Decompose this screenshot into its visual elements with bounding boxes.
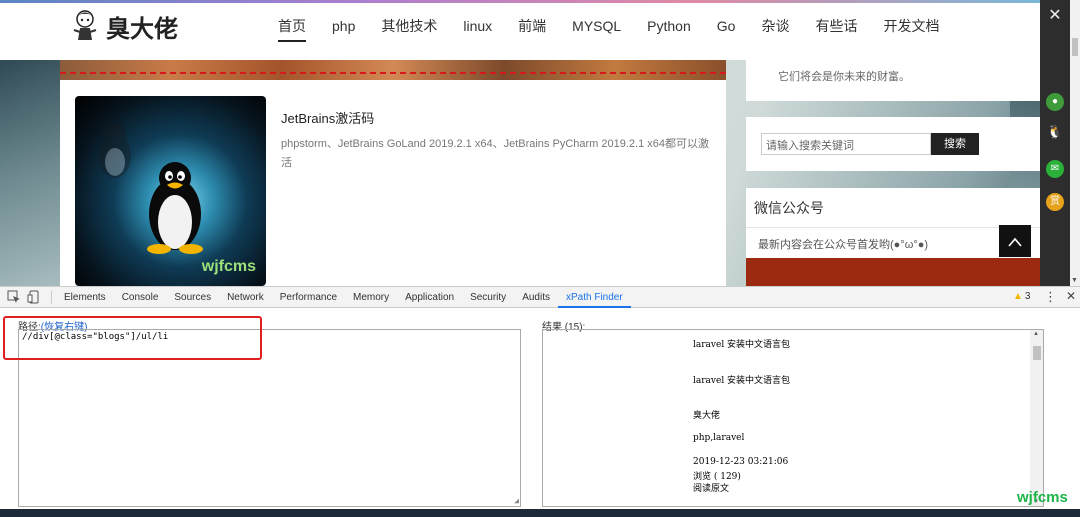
logo-avatar-icon	[73, 10, 97, 40]
results-scrollbar[interactable]: ▲ ▼	[1030, 330, 1043, 506]
logo-title: 臭大佬	[106, 14, 178, 43]
result-line: php,laravel	[693, 433, 745, 443]
os-taskbar	[0, 509, 1080, 517]
site-logo[interactable]: 臭大佬	[70, 8, 178, 44]
nav-item-home[interactable]: 首页	[265, 3, 319, 60]
back-to-top-button[interactable]	[999, 225, 1031, 257]
more-options-icon[interactable]: ⋮	[1044, 289, 1057, 305]
warnings-count: 3	[1024, 291, 1031, 302]
tab-elements[interactable]: Elements	[56, 287, 114, 308]
nav-item-go[interactable]: Go	[704, 3, 749, 60]
search-button[interactable]: 搜索	[931, 133, 979, 155]
tab-network[interactable]: Network	[219, 287, 272, 308]
sidebar-red-banner	[746, 258, 1040, 286]
highlight-dashed-line	[60, 72, 726, 74]
chevron-up-icon	[1008, 237, 1022, 247]
tab-memory[interactable]: Memory	[345, 287, 397, 308]
result-line: 阅读原文	[693, 484, 730, 494]
nav-item-mysql[interactable]: MYSQL	[559, 3, 634, 60]
devtools-panel: Elements Console Sources Network Perform…	[0, 286, 1080, 517]
close-icon[interactable]: ✕	[1040, 5, 1070, 25]
tab-xpath-finder[interactable]: xPath Finder	[557, 287, 631, 308]
sidebar-note-box: 它们将会是你未来的财富。	[746, 60, 1040, 101]
nav-item-php[interactable]: php	[319, 3, 368, 60]
tab-audits[interactable]: Audits	[514, 287, 558, 308]
nav-item-dev-docs[interactable]: 开发文档	[870, 3, 952, 60]
nav-item-frontend[interactable]: 前端	[505, 3, 559, 60]
result-line: laravel 安装中文语言包	[693, 376, 791, 386]
devtools-tabs: Elements Console Sources Network Perform…	[56, 287, 631, 308]
devtools-toolbar: Elements Console Sources Network Perform…	[0, 287, 1080, 308]
result-line: 2019-12-23 03:21:06	[693, 457, 789, 467]
tab-console[interactable]: Console	[114, 287, 167, 308]
sidebar-note-text: 它们将会是你未来的财富。	[778, 71, 910, 83]
chrome-icon[interactable]: ●	[1046, 93, 1064, 111]
nav-item-misc[interactable]: 杂谈	[748, 3, 802, 60]
scrollbar-thumb[interactable]	[1072, 38, 1078, 56]
site-header: 臭大佬 首页 php 其他技术 linux 前端 MYSQL Python Go…	[0, 3, 1040, 60]
nav-item-python[interactable]: Python	[634, 3, 704, 60]
tab-sources[interactable]: Sources	[166, 287, 219, 308]
nav-item-thoughts[interactable]: 有些话	[802, 3, 870, 60]
search-input[interactable]: 请输入搜索关键词	[761, 133, 931, 155]
wechat-icon[interactable]: ✉	[1046, 160, 1064, 178]
wechat-text: 最新内容会在公众号首发哟(●°ω°●)	[758, 239, 928, 251]
warning-icon: ▲	[1013, 291, 1023, 302]
article-description: phpstorm、JetBrains GoLand 2019.2.1 x64、J…	[281, 138, 709, 169]
article-card: wjfcms JetBrains激活码 phpstorm、JetBrains G…	[60, 60, 726, 286]
image-watermark: wjfcms	[1017, 489, 1068, 506]
highlight-annotation-box	[3, 316, 262, 360]
result-line: 臭大佬	[693, 411, 721, 421]
scroll-down-arrow-icon[interactable]: ▼	[1071, 277, 1078, 284]
banner-image	[60, 60, 726, 80]
website-viewport: 臭大佬 首页 php 其他技术 linux 前端 MYSQL Python Go…	[0, 0, 1040, 286]
page-scrollbar[interactable]: ▼	[1070, 0, 1080, 286]
browser-side-panel: ✕ ● 🐧 ✉ 赏	[1040, 0, 1070, 286]
divider	[746, 227, 1040, 228]
inspect-element-icon[interactable]	[7, 290, 21, 304]
sidebar-search-box: 请输入搜索关键词 搜索	[746, 117, 1040, 171]
scroll-up-arrow-icon[interactable]: ▲	[1033, 331, 1039, 337]
scrollbar-thumb[interactable]	[1033, 346, 1041, 360]
tab-security[interactable]: Security	[462, 287, 514, 308]
article-thumbnail[interactable]: wjfcms	[75, 96, 266, 286]
wechat-title: 微信公众号	[754, 200, 824, 216]
nav-item-linux[interactable]: linux	[450, 3, 505, 60]
close-devtools-icon[interactable]: ✕	[1066, 289, 1076, 303]
device-toolbar-icon[interactable]	[27, 290, 41, 304]
nav-item-other-tech[interactable]: 其他技术	[368, 3, 450, 60]
reward-icon[interactable]: 赏	[1046, 193, 1064, 211]
result-line: laravel 安装中文语言包	[693, 340, 791, 350]
resize-grip-icon[interactable]: ◢	[514, 496, 519, 505]
warnings-badge[interactable]: ▲ 3	[1013, 291, 1030, 302]
divider	[51, 291, 52, 304]
main-nav: 首页 php 其他技术 linux 前端 MYSQL Python Go 杂谈 …	[265, 3, 952, 60]
tab-application[interactable]: Application	[397, 287, 462, 308]
thumbnail-watermark: wjfcms	[201, 258, 256, 275]
xpath-results: laravel 安装中文语言包 laravel 安装中文语言包 臭大佬 php,…	[542, 329, 1044, 507]
tab-performance[interactable]: Performance	[272, 287, 345, 308]
qq-icon[interactable]: 🐧	[1046, 123, 1064, 141]
sidebar-wechat-box: 微信公众号 最新内容会在公众号首发哟(●°ω°●)	[746, 188, 1040, 258]
article-title[interactable]: JetBrains激活码	[281, 108, 374, 127]
